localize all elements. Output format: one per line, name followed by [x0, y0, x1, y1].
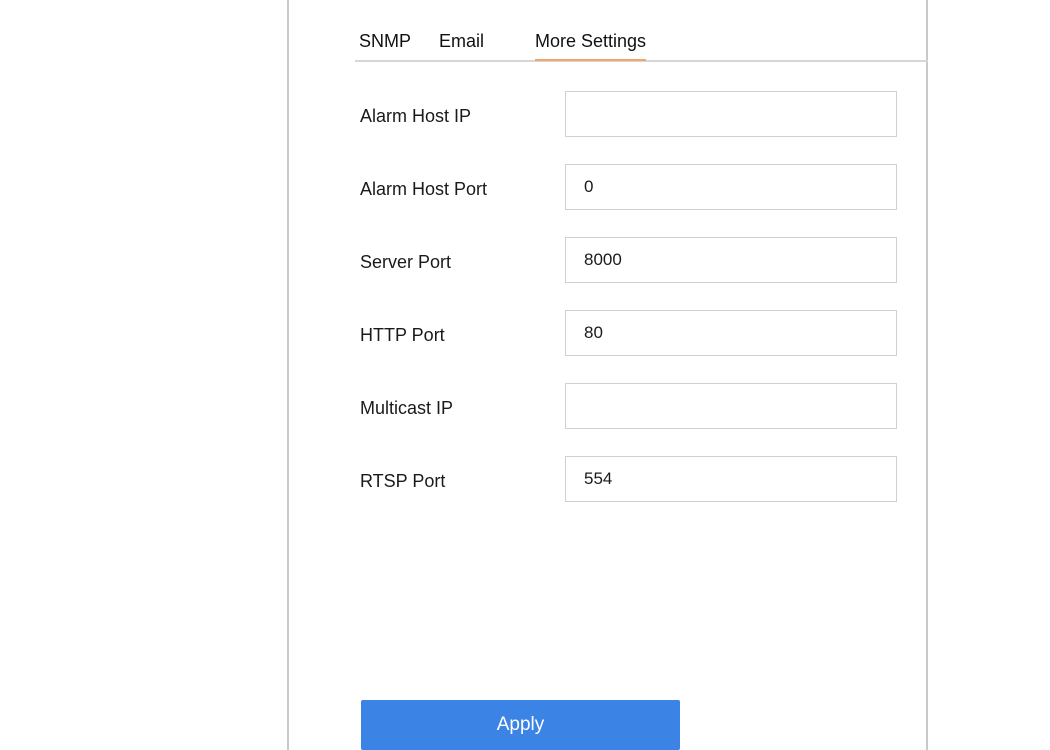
http-port-label: HTTP Port — [360, 325, 445, 345]
rtsp-port-label: RTSP Port — [360, 471, 446, 491]
settings-panel: SNMP Email More Settings Alarm Host IP A… — [287, 0, 928, 750]
multicast-ip-row: Multicast IP — [360, 383, 900, 429]
http-port-row: HTTP Port — [360, 310, 900, 356]
rtsp-port-row: RTSP Port — [360, 456, 900, 502]
multicast-ip-input[interactable] — [565, 383, 897, 429]
server-port-row: Server Port — [360, 237, 900, 283]
alarm-host-port-input[interactable] — [565, 164, 897, 210]
alarm-host-ip-row: Alarm Host IP — [360, 91, 900, 137]
alarm-host-ip-label: Alarm Host IP — [360, 106, 472, 126]
alarm-host-port-row: Alarm Host Port — [360, 164, 900, 210]
alarm-host-port-label: Alarm Host Port — [360, 179, 488, 199]
tab-snmp[interactable]: SNMP — [359, 30, 411, 52]
multicast-ip-label: Multicast IP — [360, 398, 454, 418]
server-port-label: Server Port — [360, 252, 452, 272]
server-port-input[interactable] — [565, 237, 897, 283]
apply-button[interactable]: Apply — [361, 700, 680, 750]
rtsp-port-input[interactable] — [565, 456, 897, 502]
alarm-host-ip-input[interactable] — [565, 91, 897, 137]
tab-more-settings[interactable]: More Settings — [535, 30, 647, 61]
http-port-input[interactable] — [565, 310, 897, 356]
tab-bar: SNMP Email More Settings — [355, 0, 928, 62]
tab-email[interactable]: Email — [439, 30, 484, 52]
